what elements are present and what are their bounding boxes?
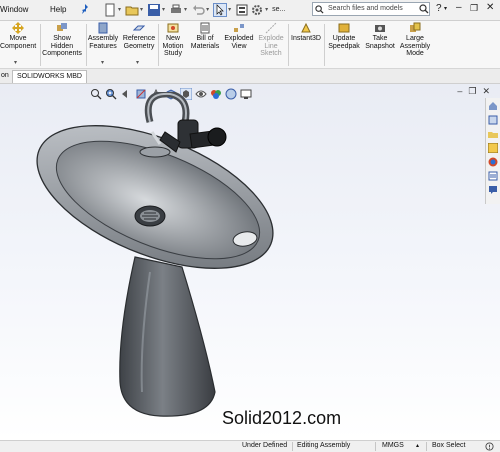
quick-access-toolbar: ▾ ▾ ▾ ▾ ▾ ▾ ▾ se... (103, 2, 285, 17)
menu-help[interactable]: Help (50, 5, 66, 14)
undo-icon[interactable] (191, 3, 205, 17)
large-assembly-mode-label: Large Assembly Mode (399, 35, 431, 57)
chevron-down-icon[interactable]: ▾ (140, 6, 143, 13)
watermark-text: Solid2012.com (222, 408, 342, 428)
status-separator (292, 442, 293, 451)
assembly-features-button[interactable]: Assembly Features (87, 22, 119, 50)
quick-access-selector[interactable]: se... (272, 6, 285, 13)
menu-window[interactable]: Window (0, 5, 28, 14)
print-icon[interactable] (169, 3, 183, 17)
motion-study-icon (167, 23, 179, 33)
exploded-view-label: Exploded View (224, 35, 254, 50)
viewport-close-icon[interactable]: ✕ (482, 86, 496, 96)
forum-icon[interactable] (488, 185, 498, 195)
instant3d-label: Instant3D (291, 35, 321, 42)
select-icon[interactable] (213, 2, 228, 17)
assembly-features-icon (98, 22, 108, 34)
pin-icon[interactable] (79, 3, 91, 15)
viewport-window-controls: –❐✕ (457, 86, 496, 97)
tab-prev[interactable]: on (0, 70, 13, 82)
status-under-defined: Under Defined (242, 442, 288, 449)
chevron-down-icon[interactable]: ▾ (206, 6, 209, 13)
instant3d-button[interactable]: Instant3D (289, 22, 323, 43)
rebuild-icon[interactable] (235, 3, 249, 17)
solidworks-resources-icon[interactable] (488, 101, 498, 111)
reference-geometry-button[interactable]: Reference Geometry (120, 22, 158, 50)
tooltip-icon[interactable] (485, 442, 494, 451)
design-library-icon[interactable] (488, 115, 498, 125)
status-units[interactable]: MMGS (382, 442, 404, 449)
close-icon[interactable]: ✕ (486, 2, 494, 13)
show-hidden-label: Show Hidden Components (42, 35, 82, 57)
chevron-down-icon[interactable]: ▾ (162, 6, 165, 13)
save-icon[interactable] (147, 3, 161, 17)
update-speedpak-button[interactable]: Update Speedpak (325, 22, 363, 50)
file-explorer-icon[interactable] (488, 129, 498, 139)
status-separator (426, 442, 427, 451)
appearances-icon[interactable] (488, 157, 498, 167)
take-snapshot-label: Take Snapshot (365, 35, 395, 50)
assembly-features-label: Assembly Features (87, 35, 119, 50)
show-hidden-icon (57, 23, 67, 31)
command-tabs: on SOLIDWORKS MBD (0, 69, 500, 84)
move-component-icon (12, 22, 24, 34)
bill-of-materials-icon (200, 22, 210, 34)
camera-icon (375, 25, 385, 32)
explode-line-sketch-button[interactable]: Explode Line Sketch (256, 22, 286, 58)
search-submit-icon[interactable] (419, 4, 429, 14)
show-hidden-components-button[interactable]: Show Hidden Components (42, 22, 82, 58)
open-icon[interactable] (125, 3, 139, 17)
status-editing: Editing Assembly (297, 442, 351, 449)
large-assembly-mode-button[interactable]: Large Assembly Mode (398, 22, 432, 58)
viewport-restore-icon[interactable]: ❐ (468, 86, 482, 96)
status-box-select[interactable]: Box Select (432, 442, 465, 449)
bill-of-materials-button[interactable]: Bill of Materials (190, 22, 220, 50)
new-motion-study-button[interactable]: New Motion Study (159, 22, 187, 58)
new-motion-study-label: New Motion Study (162, 35, 184, 57)
options-gear-icon[interactable] (250, 3, 264, 17)
explode-line-sketch-icon (265, 22, 277, 34)
view-palette-icon[interactable] (488, 143, 498, 153)
viewport-minimize-icon[interactable]: – (457, 86, 468, 96)
chevron-down-icon[interactable]: ▾ (136, 59, 139, 66)
minimize-icon[interactable]: – (456, 2, 462, 13)
sink-model[interactable] (30, 92, 280, 417)
tab-solidworks-mbd[interactable]: SOLIDWORKS MBD (12, 70, 87, 83)
reference-geometry-label: Reference Geometry (122, 35, 156, 50)
restore-icon[interactable]: ❐ (470, 3, 478, 14)
ribbon-separator (40, 24, 41, 66)
explode-line-sketch-label: Explode Line Sketch (258, 35, 284, 57)
task-pane-tabs (485, 98, 500, 204)
chevron-up-icon[interactable]: ▴ (416, 442, 419, 449)
custom-properties-icon[interactable] (488, 171, 498, 181)
update-speedpak-label: Update Speedpak (328, 35, 360, 50)
search-placeholder: Search files and models (328, 5, 403, 12)
search-input[interactable]: Search files and models (312, 2, 430, 16)
status-separator (375, 442, 376, 451)
chevron-down-icon[interactable]: ▾ (265, 6, 268, 13)
chevron-down-icon[interactable]: ▾ (14, 59, 17, 66)
chevron-down-icon[interactable]: ▾ (228, 6, 231, 13)
new-document-icon[interactable] (103, 3, 117, 17)
help-icon[interactable]: ? (436, 3, 442, 14)
move-component-button[interactable]: Move Component (0, 22, 36, 50)
exploded-view-icon (234, 24, 244, 32)
exploded-view-button[interactable]: Exploded View (223, 22, 255, 50)
bill-of-materials-label: Bill of Materials (190, 35, 220, 50)
chevron-down-icon[interactable]: ▾ (184, 6, 187, 13)
title-bar: Window Help ▾ ▾ ▾ ▾ ▾ ▾ ▾ se... Search f… (0, 0, 500, 21)
chevron-down-icon[interactable]: ▾ (444, 5, 447, 12)
speedpak-icon (338, 23, 350, 33)
search-icon (315, 5, 324, 14)
take-snapshot-button[interactable]: Take Snapshot (365, 22, 395, 50)
chevron-down-icon[interactable]: ▾ (118, 6, 121, 13)
status-bar: Under Defined Editing Assembly MMGS ▴ Bo… (0, 440, 500, 452)
instant3d-icon (301, 22, 311, 33)
command-manager-ribbon: Move Component Show Hidden Components As… (0, 21, 500, 69)
chevron-down-icon[interactable]: ▾ (101, 59, 104, 66)
move-component-label: Move Component (0, 35, 37, 50)
reference-geometry-icon (133, 25, 145, 31)
large-assembly-icon (410, 22, 421, 32)
graphics-area[interactable]: –❐✕ Solid2012.com (0, 84, 500, 440)
